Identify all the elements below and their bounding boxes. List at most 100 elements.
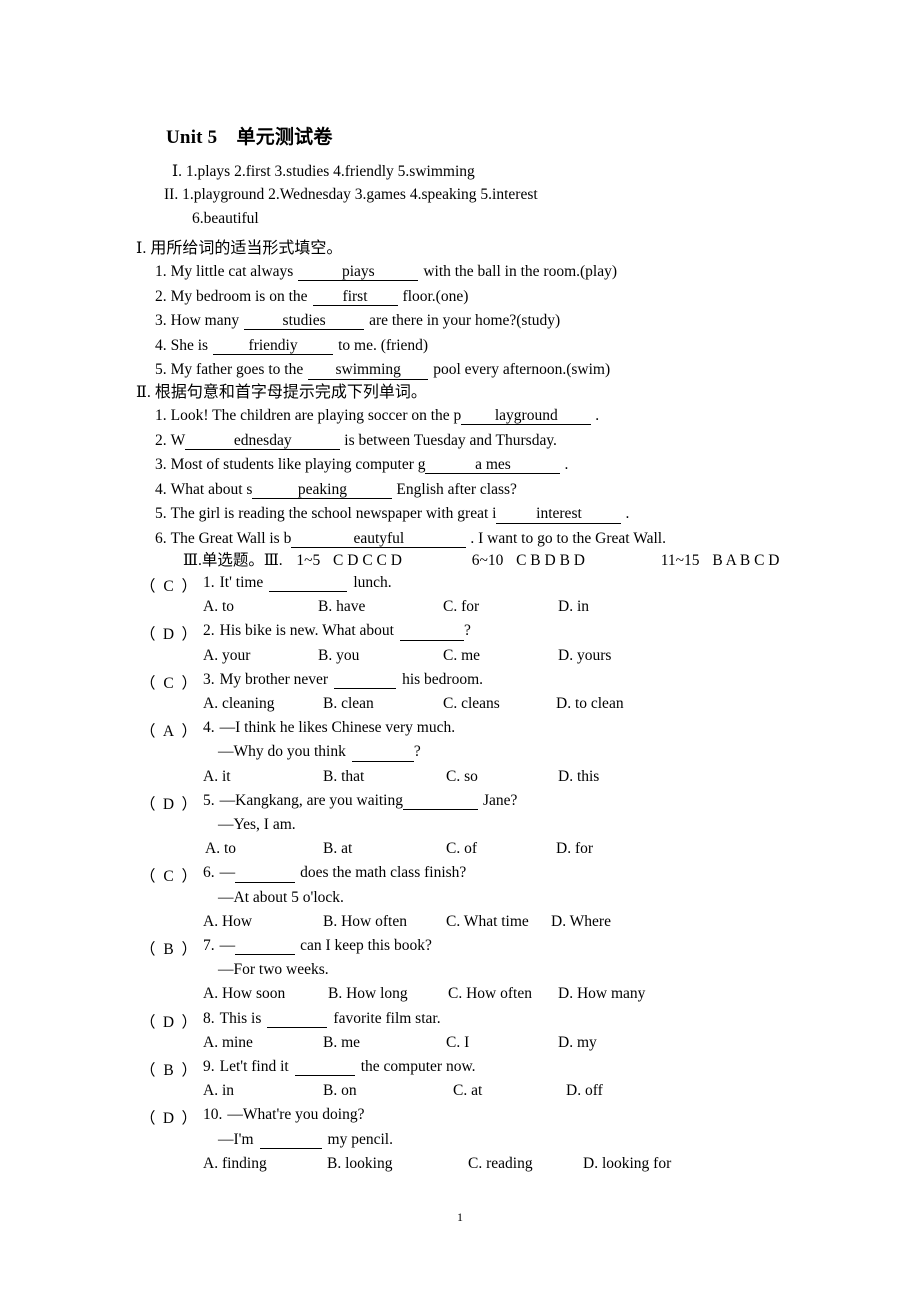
paren-open: （ bbox=[140, 795, 156, 813]
option-d[interactable]: D. How many bbox=[558, 985, 645, 1003]
answer-parenthesis: （ C ） bbox=[140, 671, 197, 693]
item-number: 4. bbox=[155, 336, 167, 354]
option-a[interactable]: A. in bbox=[203, 1082, 234, 1100]
option-c[interactable]: C. so bbox=[446, 768, 478, 786]
question-stem: 7. — can I keep this book? bbox=[203, 937, 432, 956]
key-group-3-range: 11~15 bbox=[660, 552, 700, 569]
option-b[interactable]: B. you bbox=[318, 647, 359, 665]
question-text: It' time bbox=[219, 574, 264, 591]
option-d[interactable]: D. off bbox=[566, 1082, 603, 1100]
answer-parenthesis: （ D ） bbox=[140, 622, 197, 644]
option-c[interactable]: C. I bbox=[446, 1034, 469, 1052]
marked-answer: C bbox=[163, 674, 174, 692]
section-1-item: 2. My bedroom is on the first floor.(one) bbox=[155, 288, 468, 306]
section-3-heading-row: Ⅲ.单选题。Ⅲ. 1~5 C D C C D 6~10 C B D B D 11… bbox=[183, 548, 780, 570]
option-b[interactable]: B. on bbox=[323, 1082, 357, 1100]
paren-close: ） bbox=[181, 795, 198, 813]
item-text-before: Look! The children are playing soccer on… bbox=[170, 407, 462, 424]
question-options: A. in B. on C. at D. off bbox=[203, 1082, 903, 1104]
answer-parenthesis: （ D ） bbox=[140, 1106, 197, 1128]
question-text-after: my pencil. bbox=[327, 1130, 393, 1148]
item-text-after: . bbox=[625, 505, 630, 523]
section-2-item: 3. Most of students like playing computer… bbox=[155, 456, 568, 475]
question-text-after: favorite film star. bbox=[333, 1009, 441, 1027]
option-d[interactable]: D. looking for bbox=[583, 1155, 671, 1173]
option-a[interactable]: A. How bbox=[203, 913, 252, 931]
paren-open: （ bbox=[140, 868, 156, 886]
option-a[interactable]: A. to bbox=[205, 840, 236, 858]
option-c[interactable]: C. me bbox=[443, 647, 480, 665]
question-options: A. to B. at C. of D. for bbox=[203, 840, 903, 862]
option-c[interactable]: C. for bbox=[443, 598, 479, 616]
item-text-after: pool every afternoon.(swim) bbox=[433, 361, 611, 379]
question-text: —Kangkang, are you waiting bbox=[219, 791, 403, 809]
marked-answer: B bbox=[163, 1062, 174, 1079]
word-blank-answer: layground bbox=[461, 407, 592, 426]
item-number: 5. bbox=[155, 361, 167, 379]
option-d[interactable]: D. in bbox=[558, 598, 589, 616]
option-d[interactable]: D. for bbox=[556, 840, 593, 858]
option-b[interactable]: B. me bbox=[323, 1034, 360, 1052]
marked-answer: D bbox=[162, 1110, 175, 1128]
option-a[interactable]: A. to bbox=[203, 598, 234, 616]
section-1-item: 1. My little cat always piays with the ball… bbox=[155, 263, 617, 282]
option-a[interactable]: A. finding bbox=[203, 1155, 267, 1173]
paren-close: ） bbox=[181, 626, 198, 644]
page-title: Unit 5 单元测试卷 bbox=[166, 127, 333, 148]
section-1-item: 4. She is friendiy to me. (friend) bbox=[155, 336, 428, 356]
option-c[interactable]: C. cleans bbox=[443, 695, 500, 713]
option-b[interactable]: B. have bbox=[318, 598, 365, 616]
question-options: A. How soon B. How long C. How often D. How… bbox=[203, 985, 903, 1007]
question-stem: 1. It' time lunch. bbox=[203, 574, 392, 593]
fill-blank-answer: studies bbox=[244, 312, 365, 331]
option-b[interactable]: B. at bbox=[323, 840, 352, 858]
item-text-before: How many bbox=[170, 312, 240, 330]
paren-close: ） bbox=[181, 868, 198, 886]
option-c[interactable]: C. at bbox=[453, 1082, 482, 1100]
option-a[interactable]: A. your bbox=[203, 647, 250, 665]
answer-key-line-1: Ⅰ. 1.plays 2.first 3.studies 4.friendly … bbox=[172, 163, 475, 180]
question-blank bbox=[235, 865, 296, 883]
question-text: — bbox=[219, 864, 236, 882]
option-c[interactable]: C. What time bbox=[446, 913, 529, 931]
marked-answer: C bbox=[163, 578, 174, 595]
option-d[interactable]: D. Where bbox=[551, 913, 611, 931]
item-number: 3. bbox=[155, 456, 167, 474]
answer-key-line-3: 6.beautiful bbox=[192, 210, 259, 227]
option-c[interactable]: C. of bbox=[446, 840, 477, 858]
question-text-after: ? bbox=[463, 622, 471, 640]
option-c[interactable]: C. How often bbox=[448, 985, 532, 1003]
paren-open: （ bbox=[140, 1062, 156, 1079]
item-text-before: What about s bbox=[170, 480, 253, 498]
question-text-after: ? bbox=[413, 743, 421, 761]
option-a[interactable]: A. mine bbox=[203, 1034, 253, 1052]
paren-open: （ bbox=[140, 626, 156, 644]
question-text-after: can I keep this book? bbox=[300, 937, 432, 954]
section-2-item: 1. Look! The children are playing soccer … bbox=[155, 407, 599, 426]
option-b[interactable]: B. looking bbox=[327, 1155, 392, 1173]
option-d[interactable]: D. my bbox=[558, 1034, 597, 1052]
question-stem: 6. — does the math class finish? bbox=[203, 864, 466, 883]
marked-answer: D bbox=[162, 626, 175, 644]
item-text-after: English after class? bbox=[396, 480, 517, 498]
option-d[interactable]: D. yours bbox=[558, 647, 611, 665]
question-stem-line2: —At about 5 o'lock. bbox=[218, 888, 344, 906]
option-c[interactable]: C. reading bbox=[468, 1155, 533, 1173]
option-b[interactable]: B. How often bbox=[323, 913, 407, 931]
option-d[interactable]: D. this bbox=[558, 768, 599, 786]
item-text-before: Most of students like playing computer g bbox=[170, 456, 426, 474]
option-a[interactable]: A. it bbox=[203, 768, 231, 786]
option-b[interactable]: B. How long bbox=[328, 985, 408, 1003]
option-d[interactable]: D. to clean bbox=[556, 695, 624, 713]
item-text-before: She is bbox=[170, 336, 209, 354]
option-b[interactable]: B. clean bbox=[323, 695, 374, 713]
option-b[interactable]: B. that bbox=[323, 768, 364, 786]
question-stem: 10. —What're you doing? bbox=[203, 1106, 364, 1124]
option-a[interactable]: A. cleaning bbox=[203, 695, 274, 713]
paren-open: （ bbox=[140, 723, 156, 741]
question-blank bbox=[399, 623, 464, 641]
paren-open: （ bbox=[140, 578, 156, 595]
question-stem: 8. This is favorite film star. bbox=[203, 1010, 441, 1028]
option-a[interactable]: A. How soon bbox=[203, 985, 285, 1003]
question-options: A. it B. that C. so D. this bbox=[203, 768, 903, 790]
